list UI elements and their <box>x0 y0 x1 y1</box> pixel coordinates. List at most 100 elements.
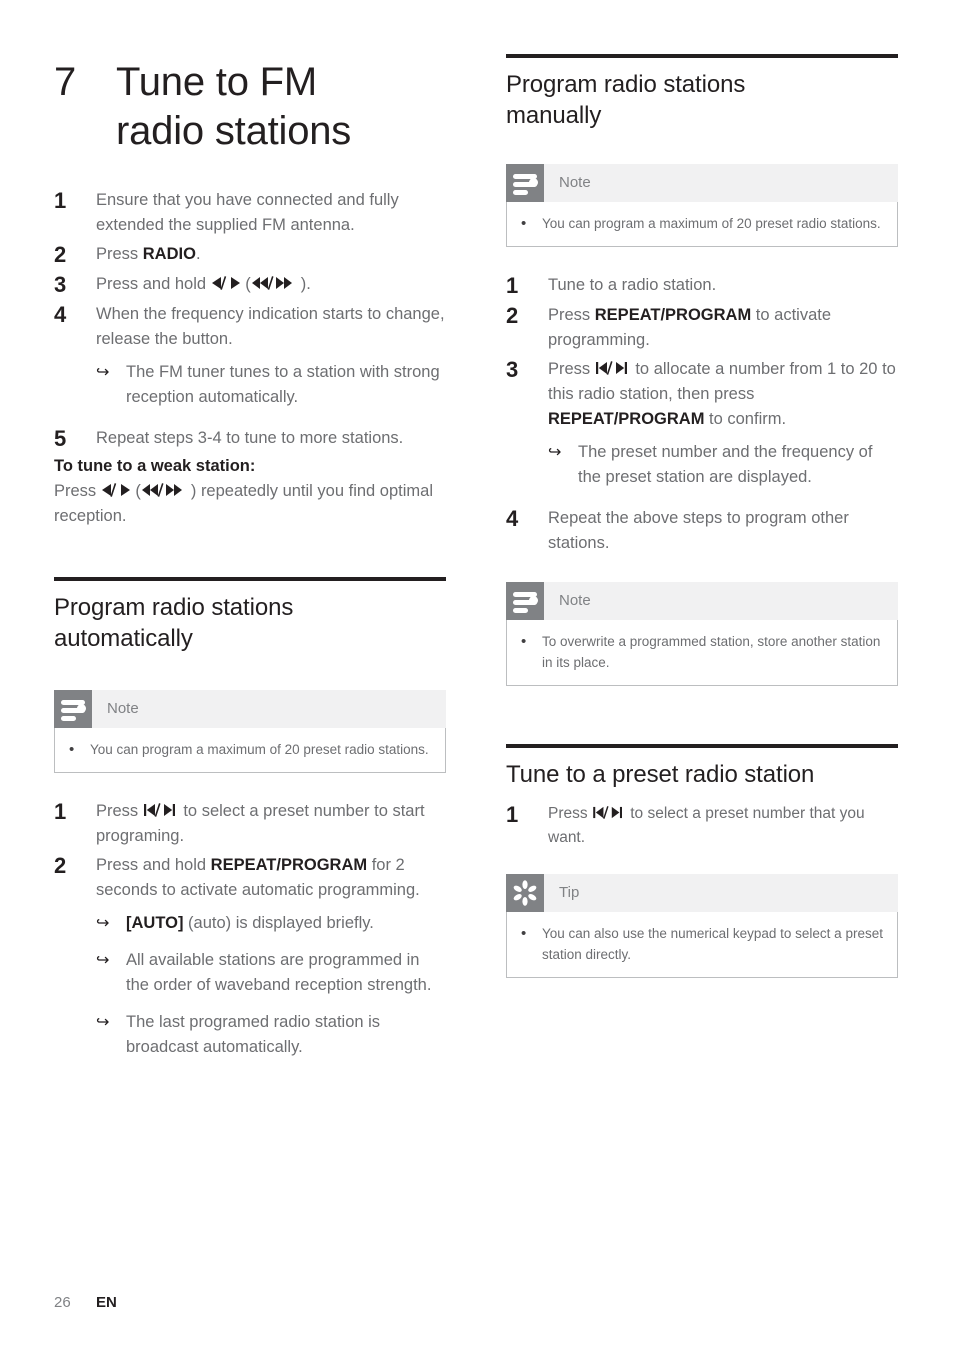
section-heading-line-1: Program radio stations <box>506 71 746 98</box>
result-arrow-icon: ↪ <box>96 915 110 932</box>
callout-list-item: • You can program a maximum of 20 preset… <box>69 739 431 760</box>
step-item: 1 Ensure that you have connected and ful… <box>54 188 446 238</box>
skip-back-forward-icon <box>595 361 631 375</box>
callout-body: • To overwrite a programmed station, sto… <box>506 620 898 686</box>
note-callout: Note • You can program a maximum of 20 p… <box>506 164 898 247</box>
step-item: 3 Press and hold (). <box>54 272 446 298</box>
section-heading: Program radio stations automatically <box>54 592 446 654</box>
callout-header: Note <box>506 164 898 202</box>
note-icon <box>506 164 544 202</box>
step-number: 4 <box>54 302 67 327</box>
result-text: The FM tuner tunes to a station with str… <box>126 363 440 406</box>
tip-asterisk-icon <box>513 880 537 906</box>
step-text: Press and hold REPEAT/PROGRAM for 2 seco… <box>96 853 446 903</box>
chapter-title-line-2: radio stations <box>116 109 352 153</box>
step-text: Press to select a preset number to start… <box>96 799 446 849</box>
step-text: Press RADIO. <box>96 242 446 267</box>
chapter-number: 7 <box>54 60 77 104</box>
chapter-title-line-1: Tune to FM <box>116 60 318 104</box>
bullet-marker: • <box>69 741 75 758</box>
skip-back-forward-icon <box>592 806 626 819</box>
step-number: 3 <box>54 272 67 297</box>
callout-title: Tip <box>559 884 580 901</box>
step-text: Press and hold (). <box>96 272 446 297</box>
callout-title: Note <box>559 592 591 609</box>
step-text-post: . <box>195 245 201 263</box>
step-item: 4 When the frequency indication starts t… <box>54 302 446 352</box>
tip-icon <box>506 874 544 912</box>
button-label-repeat-program: REPEAT/PROGRAM <box>210 856 368 874</box>
chapter-heading: Tune to FM radio stations <box>116 58 351 156</box>
step-text: Repeat steps 3-4 to tune to more station… <box>96 429 404 447</box>
section-heading: Program radio stations manually <box>506 69 898 131</box>
intro-steps-list: 1 Ensure that you have connected and ful… <box>54 188 446 529</box>
step-result: ↪ The preset number and the frequency of… <box>506 440 898 490</box>
document-page: 7 Tune to FM radio stations 1 Ensure tha… <box>0 0 954 1351</box>
step-result: ↪ All available stations are programmed … <box>54 948 446 998</box>
step-item: 1 Press to select a preset number to sta… <box>54 799 446 849</box>
tip-callout: Tip • You can also use the numerical key… <box>506 874 898 978</box>
bullet-marker: • <box>521 633 527 650</box>
step-text-pre: Press <box>548 306 595 324</box>
result-text-rest: (auto) is displayed briefly. <box>183 914 374 932</box>
note-icon <box>506 582 544 620</box>
button-label-radio: RADIO <box>142 245 196 263</box>
callout-body: • You can also use the numerical keypad … <box>506 912 898 978</box>
callout-title: Note <box>107 700 139 717</box>
step-text-post: to confirm. <box>704 410 787 428</box>
result-arrow-icon: ↪ <box>96 364 110 381</box>
step-text: Repeat the above steps to program other … <box>548 509 849 552</box>
callout-text: You can program a maximum of 20 preset r… <box>542 216 881 231</box>
preset-steps-list: 1 Press to select a preset number that y… <box>506 802 898 850</box>
page-footer: 26 EN <box>54 1294 117 1311</box>
step-text: When the frequency indication starts to … <box>96 305 445 348</box>
step-item: 1 Press to select a preset number that y… <box>506 802 898 850</box>
step-number: 5 <box>54 426 67 451</box>
result-arrow-icon: ↪ <box>548 444 562 461</box>
section-program-manual: Program radio stations manually Note • Y… <box>506 54 898 686</box>
skip-back-forward-icon <box>143 803 179 817</box>
callout-text: To overwrite a programmed station, store… <box>542 634 881 670</box>
callout-header: Tip <box>506 874 898 912</box>
weak-text-mid: ( <box>130 482 141 500</box>
step-result: ↪ [AUTO] (auto) is displayed briefly. <box>54 911 446 936</box>
step-text: Press to select a preset number that you… <box>548 802 898 850</box>
prev-next-arrows-icon <box>101 483 131 497</box>
rewind-forward-arrows-icon <box>251 276 301 290</box>
step-text-mid: ( <box>240 275 251 293</box>
note-icon <box>54 690 92 728</box>
step-number: 2 <box>54 853 67 878</box>
callout-header: Note <box>54 690 446 728</box>
step-item: 5 Repeat steps 3-4 to tune to more stati… <box>54 426 446 452</box>
chapter-title-block: 7 Tune to FM radio stations <box>54 58 446 156</box>
result-arrow-icon: ↪ <box>96 952 110 969</box>
step-number: 1 <box>506 273 519 298</box>
section-tune-preset: Tune to a preset radio station 1 Press t… <box>506 744 898 978</box>
step-text-pre: Press <box>548 360 595 378</box>
auto-steps-list: 1 Press to select a preset number to sta… <box>54 799 446 1060</box>
step-text: Press REPEAT/PROGRAM to activate program… <box>548 303 898 353</box>
section-rule <box>506 54 898 58</box>
note-callout-overwrite: Note • To overwrite a programmed station… <box>506 582 898 686</box>
step-result: ↪ The FM tuner tunes to a station with s… <box>54 360 446 410</box>
step-item: 2 Press RADIO. <box>54 242 446 268</box>
weak-text-pre: Press <box>54 482 101 500</box>
step-text: Ensure that you have connected and fully… <box>96 191 399 234</box>
step-text-pre: Press <box>548 805 592 822</box>
step-text-pre: Press <box>96 802 143 820</box>
step-number: 1 <box>506 802 519 827</box>
callout-text: You can also use the numerical keypad to… <box>542 926 883 962</box>
callout-body: • You can program a maximum of 20 preset… <box>54 728 446 773</box>
result-text: [AUTO] (auto) is displayed briefly. <box>126 911 446 936</box>
callout-body: • You can program a maximum of 20 preset… <box>506 202 898 247</box>
note-callout: Note • You can program a maximum of 20 p… <box>54 690 446 773</box>
section-heading-line-1: Program radio stations <box>54 594 294 621</box>
callout-list-item: • You can also use the numerical keypad … <box>521 923 883 965</box>
callout-list-item: • You can program a maximum of 20 preset… <box>521 213 883 234</box>
display-label-auto: [AUTO] <box>126 914 184 932</box>
section-rule <box>54 577 446 581</box>
step-number: 1 <box>54 799 67 824</box>
button-label-repeat-program: REPEAT/PROGRAM <box>548 410 705 428</box>
footer-language-code: EN <box>96 1294 117 1311</box>
section-heading-line-2: automatically <box>54 625 193 652</box>
